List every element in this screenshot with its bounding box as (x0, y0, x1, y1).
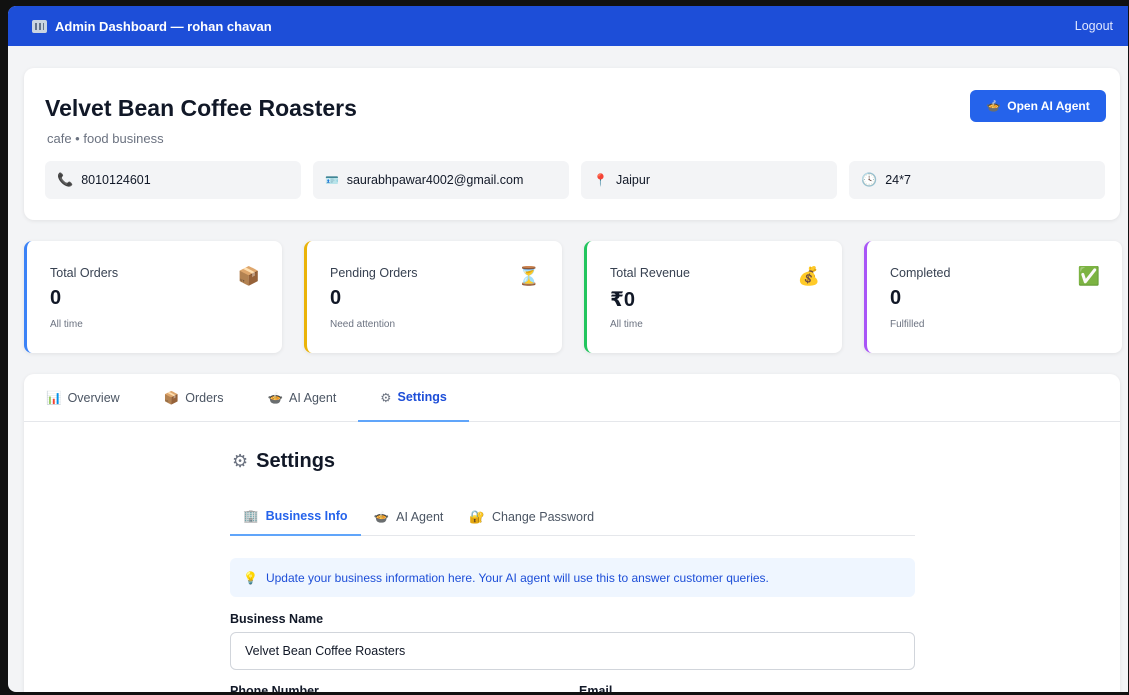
phone-chip: 📞 8010124601 (45, 161, 301, 199)
logout-link[interactable]: Logout (1075, 19, 1113, 33)
business-info-row: 📞 8010124601 🪪 saurabhpawar4002@gmail.co… (45, 161, 1105, 199)
tab-label: Settings (397, 390, 447, 404)
subtab-label: AI Agent (396, 510, 444, 524)
stat-label: Pending Orders (330, 266, 418, 280)
business-name-input[interactable] (230, 632, 915, 670)
stat-label: Total Orders (50, 266, 119, 280)
phone-value: 8010124601 (81, 173, 151, 187)
hours-chip: 🕓 24*7 (849, 161, 1105, 199)
subtab-label: Business Info (265, 509, 348, 523)
clock-icon: 🕓 (861, 172, 878, 187)
package-icon: 📦 (163, 390, 180, 405)
stats-row: Total Orders 0 All time 📦 Pending Orders… (24, 241, 1122, 353)
map-pin-icon: 📍 (593, 173, 608, 187)
tab-label: AI Agent (289, 391, 337, 405)
top-navbar: Admin Dashboard — rohan chavan Logout (8, 6, 1128, 46)
stat-sub: All time (610, 319, 643, 330)
lightbulb-icon: 💡 (243, 570, 258, 585)
package-icon: 📦 (237, 266, 260, 286)
main-tabs: 📊 Overview 📦 Orders 🍲 AI Agent ⚙ Setting… (24, 374, 1120, 422)
subtab-label: Change Password (491, 510, 595, 524)
settings-heading-text: Settings (256, 450, 336, 472)
tab-settings[interactable]: ⚙ Settings (358, 374, 469, 422)
stat-pending-orders: Pending Orders 0 Need attention ⏳ (304, 241, 562, 353)
business-category: cafe • food business (47, 131, 164, 146)
building-icon: 🏢 (243, 508, 259, 523)
open-ai-agent-button[interactable]: 🍲 Open AI Agent (970, 90, 1106, 122)
business-card: Velvet Bean Coffee Roasters cafe • food … (24, 68, 1120, 220)
stat-value: ₹0 (610, 289, 636, 311)
gear-icon: ⚙ (232, 451, 249, 471)
tab-label: Orders (185, 391, 224, 405)
stat-value: 0 (890, 287, 902, 309)
stat-total-revenue: Total Revenue ₹0 All time 💰 (584, 241, 842, 353)
email-label: Email (579, 684, 613, 692)
business-name-label: Business Name (230, 612, 324, 626)
stat-sub: All time (50, 319, 83, 330)
robot-icon: 🍲 (373, 509, 390, 524)
stat-label: Completed (890, 266, 951, 280)
settings-subtabs: 🏢 Business Info 🍲 AI Agent 🔐 Change Pass… (230, 498, 915, 536)
main-panel: 📊 Overview 📦 Orders 🍲 AI Agent ⚙ Setting… (24, 374, 1120, 692)
stat-value: 0 (330, 287, 342, 309)
settings-heading: ⚙ Settings (232, 450, 335, 473)
subtab-ai-agent[interactable]: 🍲 AI Agent (361, 498, 457, 536)
phone-number-label: Phone Number (230, 684, 319, 692)
stat-completed: Completed 0 Fulfilled ✅ (864, 241, 1122, 353)
app-window: Admin Dashboard — rohan chavan Logout Ve… (8, 6, 1128, 692)
phone-icon: 📞 (57, 172, 74, 187)
tab-orders[interactable]: 📦 Orders (142, 374, 246, 422)
subtab-change-password[interactable]: 🔐 Change Password (456, 498, 607, 536)
hourglass-icon: ⏳ (517, 266, 540, 286)
building-icon (32, 19, 47, 33)
email-chip: 🪪 saurabhpawar4002@gmail.com (313, 161, 569, 199)
lock-key-icon: 🔐 (469, 509, 485, 524)
tab-overview[interactable]: 📊 Overview (24, 374, 142, 422)
stat-sub: Need attention (330, 319, 396, 330)
stat-label: Total Revenue (610, 266, 690, 280)
bar-chart-icon: 📊 (46, 390, 62, 405)
subtab-business-info[interactable]: 🏢 Business Info (230, 498, 361, 536)
robot-icon: 🍲 (267, 390, 284, 405)
check-mark-icon: ✅ (1077, 266, 1100, 286)
notice-text: Update your business information here. Y… (265, 570, 769, 585)
stat-value: 0 (50, 287, 62, 309)
location-chip: 📍 Jaipur (581, 161, 837, 199)
business-name: Velvet Bean Coffee Roasters (45, 95, 357, 121)
money-bag-icon: 💰 (797, 266, 820, 286)
id-card-icon: 🪪 (325, 174, 339, 187)
robot-icon: 🍲 (986, 99, 1002, 113)
info-notice: 💡 Update your business information here.… (230, 558, 915, 597)
location-value: Jaipur (615, 173, 650, 187)
tab-ai-agent[interactable]: 🍲 AI Agent (245, 374, 358, 422)
open-ai-agent-label: Open AI Agent (1007, 99, 1090, 113)
gear-icon: ⚙ (380, 390, 392, 405)
hours-value: 24*7 (885, 173, 911, 187)
tab-label: Overview (67, 391, 120, 405)
stat-sub: Fulfilled (890, 319, 925, 330)
stat-total-orders: Total Orders 0 All time 📦 (24, 241, 282, 353)
email-value: saurabhpawar4002@gmail.com (346, 173, 524, 187)
app-title-text: Admin Dashboard — rohan chavan (55, 18, 272, 34)
app-title: Admin Dashboard — rohan chavan (32, 19, 272, 34)
